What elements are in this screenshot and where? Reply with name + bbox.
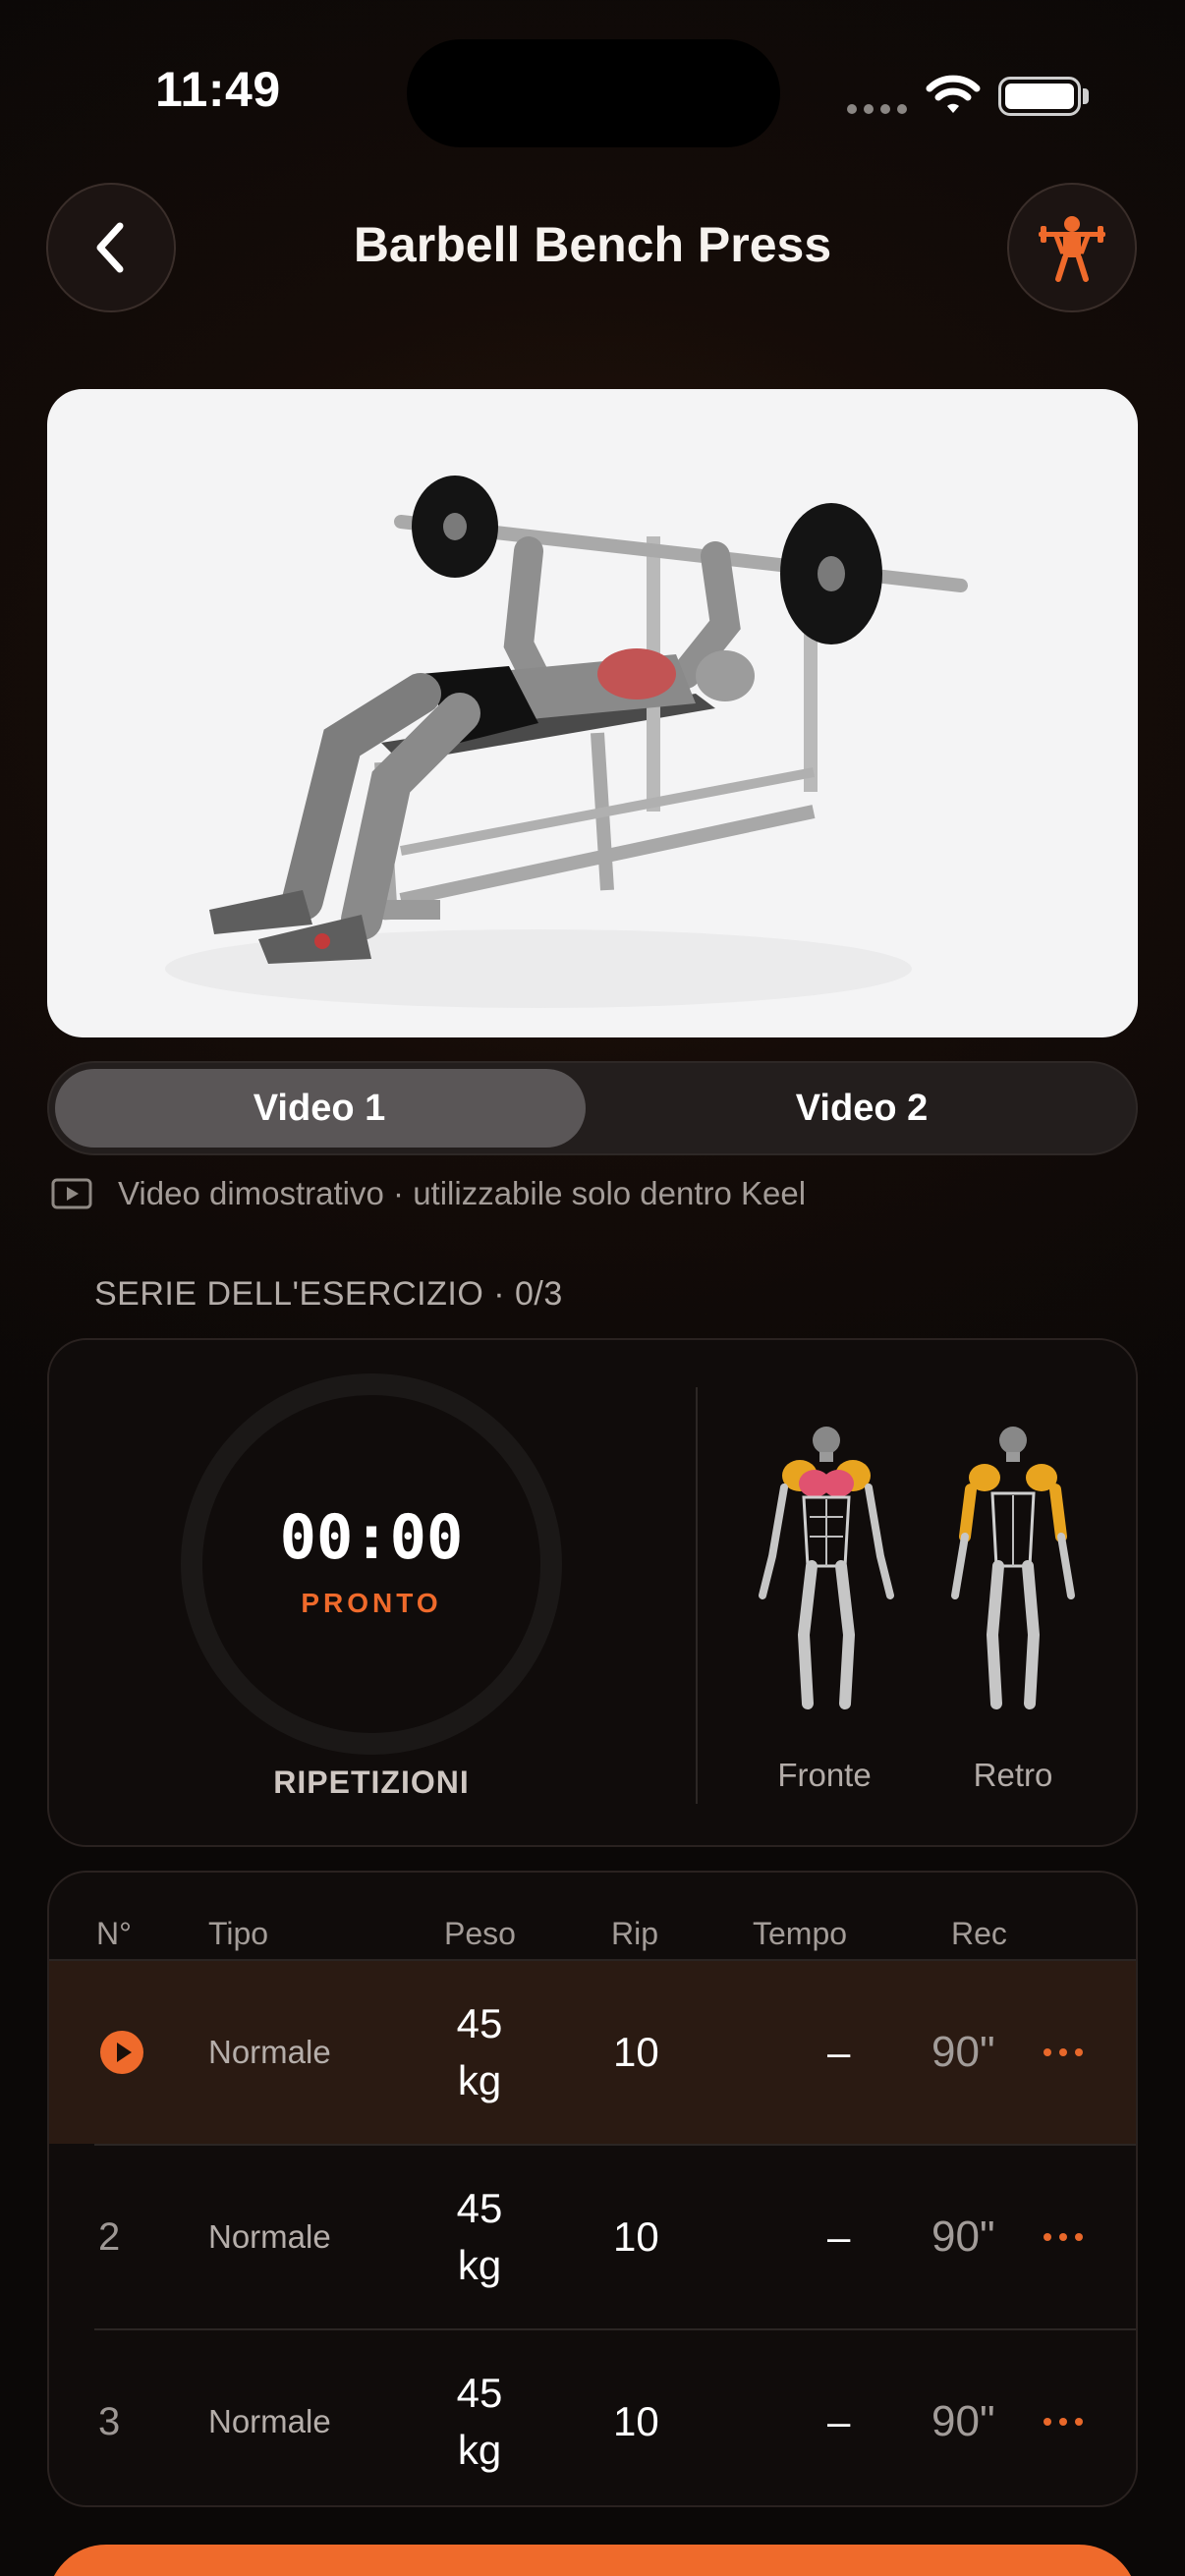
row-rest[interactable]: 90" — [931, 1961, 995, 2144]
more-dots-icon — [1044, 2233, 1083, 2241]
primary-action-button[interactable] — [47, 2545, 1138, 2576]
weight-unit: kg — [457, 2057, 502, 2103]
series-table: N° Tipo Peso Rip Tempo Rec Normale 45 kg… — [47, 1871, 1138, 2507]
weightlifter-icon — [1039, 216, 1105, 282]
video-segmented-control: Video 1 Video 2 — [47, 1061, 1138, 1155]
front-label: Fronte — [777, 1757, 872, 1793]
row-tempo[interactable]: – — [827, 2146, 850, 2328]
status-time: 11:49 — [155, 62, 281, 117]
more-options-button[interactable] — [1044, 2330, 1083, 2505]
battery-tip — [1083, 88, 1089, 104]
weight-value: 45 — [456, 2000, 503, 2046]
row-reps[interactable]: 10 — [613, 1961, 659, 2144]
weight-value: 45 — [456, 2370, 503, 2416]
video-note: Video dimostrativo · utilizzabile solo d… — [51, 1175, 806, 1212]
chevron-left-icon — [96, 222, 124, 273]
bench-press-illustration — [165, 476, 968, 1008]
table-row[interactable]: Normale 45 kg 10 – 90" — [49, 1961, 1136, 2144]
header-num: N° — [96, 1916, 132, 1951]
row-weight[interactable]: 45 kg — [421, 2146, 538, 2328]
signal-dots-icon — [847, 104, 907, 114]
tab-video-2[interactable]: Video 2 — [592, 1063, 1132, 1153]
weight-value: 45 — [456, 2185, 503, 2231]
wifi-icon — [926, 75, 981, 113]
battery-icon — [998, 77, 1081, 116]
row-type: Normale — [208, 2218, 331, 2255]
play-rectangle-icon — [51, 1178, 92, 1209]
header-tipo: Tipo — [208, 1916, 269, 1951]
row-rest[interactable]: 90" — [931, 2146, 995, 2328]
exercise-video[interactable] — [47, 389, 1138, 1037]
series-section-title: SERIE DELL'ESERCIZIO · 0/3 — [94, 1275, 563, 1313]
dynamic-island — [407, 39, 780, 147]
page-title: Barbell Bench Press — [353, 217, 832, 272]
more-dots-icon — [1044, 2418, 1083, 2426]
row-reps[interactable]: 10 — [613, 2146, 659, 2328]
timer-display: 00:00 — [279, 1501, 464, 1573]
back-label: Retro — [973, 1757, 1053, 1793]
more-options-button[interactable] — [1044, 2146, 1083, 2328]
header-tempo: Tempo — [753, 1916, 848, 1951]
table-row[interactable]: 3 Normale 45 kg 10 – 90" — [49, 2330, 1136, 2505]
header-rip: Rip — [611, 1916, 659, 1951]
timer-status: PRONTO — [301, 1588, 442, 1618]
weight-unit: kg — [457, 2242, 502, 2288]
tab-video-1[interactable]: Video 1 — [49, 1063, 590, 1153]
row-tempo[interactable]: – — [827, 2330, 850, 2505]
header-rec: Rec — [951, 1916, 1007, 1951]
header-peso: Peso — [444, 1916, 516, 1951]
more-options-button[interactable] — [1044, 1961, 1083, 2144]
row-type: Normale — [208, 2034, 331, 2070]
weight-unit: kg — [457, 2427, 502, 2473]
row-rest[interactable]: 90" — [931, 2330, 995, 2505]
row-tempo[interactable]: – — [827, 1961, 850, 2144]
more-dots-icon — [1044, 2048, 1083, 2056]
row-number: 2 — [98, 2214, 121, 2259]
card-divider — [696, 1387, 698, 1804]
table-row[interactable]: 2 Normale 45 kg 10 – 90" — [49, 2146, 1136, 2328]
timer-card: 00:00 PRONTO RIPETIZIONI Fronte Retro — [47, 1338, 1138, 1847]
row-number: 3 — [98, 2399, 121, 2443]
back-button[interactable] — [46, 183, 176, 312]
row-weight[interactable]: 45 kg — [421, 1961, 538, 2144]
mode-label: RIPETIZIONI — [273, 1764, 470, 1800]
equipment-button[interactable] — [1007, 183, 1137, 312]
row-reps[interactable]: 10 — [613, 2330, 659, 2505]
video-note-text: Video dimostrativo · utilizzabile solo d… — [118, 1175, 807, 1211]
row-weight[interactable]: 45 kg — [421, 2330, 538, 2505]
muscle-map-front — [759, 1427, 894, 1709]
row-type: Normale — [208, 2403, 331, 2439]
muscle-map-back — [951, 1427, 1075, 1709]
play-circle-icon[interactable] — [98, 2029, 145, 2076]
